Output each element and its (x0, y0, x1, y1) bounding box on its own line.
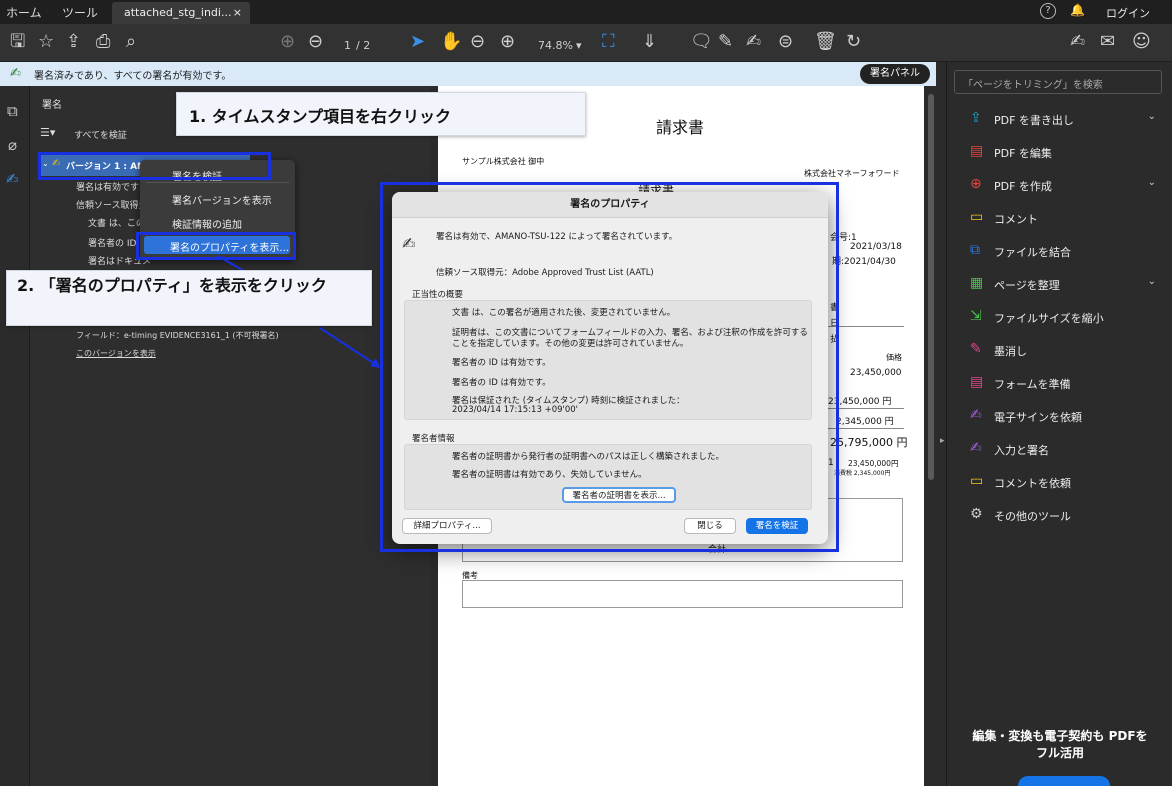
callout-step-1: 1. タイムスタンプ項目を右クリック (176, 92, 586, 136)
annotation-arrowhead (370, 358, 380, 368)
annotation-arrow-line (319, 327, 379, 367)
callout-step-2: 2. 「署名のプロパティ」を表示をクリック (6, 270, 372, 326)
